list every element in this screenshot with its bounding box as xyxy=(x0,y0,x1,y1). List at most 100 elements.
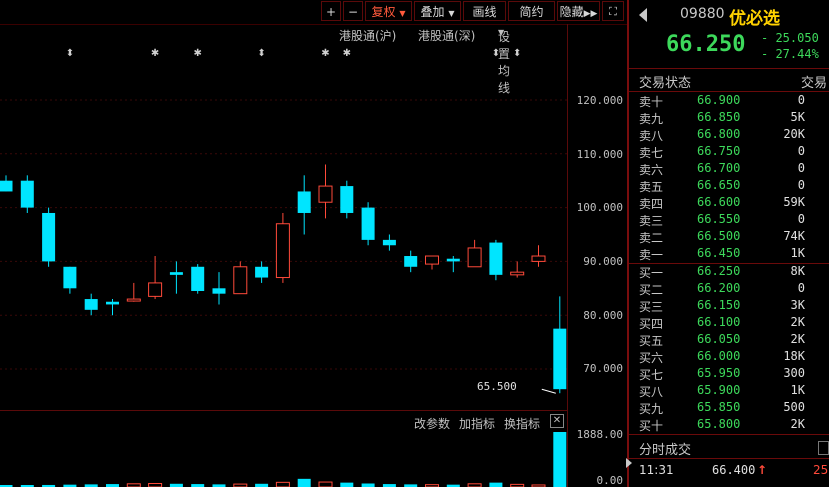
candle[interactable] xyxy=(510,261,525,278)
ask-price: 66.600 xyxy=(697,195,741,209)
ask-row[interactable]: 卖三 66.550 0 xyxy=(629,212,829,229)
candle[interactable] xyxy=(489,239,503,281)
event-marker[interactable]: ✱ xyxy=(151,48,159,59)
bid-row[interactable]: 买四 66.100 2K xyxy=(629,315,829,332)
hk-connect-sh-link[interactable]: 港股通(沪) xyxy=(339,27,396,44)
event-marker[interactable]: ⬍ xyxy=(513,48,521,59)
candle[interactable] xyxy=(63,266,77,294)
simple-mode-button[interactable]: 简约 xyxy=(508,1,555,21)
candle[interactable] xyxy=(106,299,119,316)
candle[interactable] xyxy=(361,202,375,246)
candle[interactable] xyxy=(340,180,354,219)
candle[interactable] xyxy=(382,234,396,251)
volume-bar[interactable] xyxy=(340,482,354,487)
event-marker[interactable]: ⬍ xyxy=(257,48,265,59)
candle[interactable] xyxy=(169,261,183,294)
bid-row[interactable]: 买九 65.850 500 xyxy=(629,400,829,417)
candle[interactable] xyxy=(84,293,98,316)
separator xyxy=(629,434,829,435)
bid-row[interactable]: 买六 66.000 18K xyxy=(629,349,829,366)
bid-volume: 2K xyxy=(790,315,805,329)
bid-row[interactable]: 买三 66.150 3K xyxy=(629,298,829,315)
candle[interactable] xyxy=(20,175,34,213)
bid-volume: 2K xyxy=(790,332,805,346)
candle[interactable] xyxy=(297,175,311,235)
event-marker[interactable]: ⬍ xyxy=(66,48,74,59)
event-marker[interactable]: ✱ xyxy=(194,48,202,59)
ask-volume: 0 xyxy=(797,178,805,192)
close-icon[interactable]: ✕ xyxy=(550,414,564,428)
ask-row[interactable]: 卖九 66.850 5K xyxy=(629,110,829,127)
candle[interactable] xyxy=(553,296,567,394)
event-marker[interactable]: ✱ xyxy=(343,48,351,59)
prev-stock-icon[interactable] xyxy=(639,8,647,22)
ask-level-label: 卖二 xyxy=(639,231,664,245)
event-marker[interactable]: ⬍ xyxy=(492,48,500,59)
diejia-dropdown[interactable]: 叠加 ▼ xyxy=(414,1,461,21)
candle[interactable] xyxy=(275,212,290,283)
ask-row[interactable]: 卖六 66.700 0 xyxy=(629,161,829,178)
bid-row[interactable]: 买十 65.800 2K xyxy=(629,417,829,434)
bid-price: 65.950 xyxy=(697,366,741,380)
candle[interactable] xyxy=(0,175,13,192)
bid-volume: 0 xyxy=(797,281,805,295)
volume-bar[interactable] xyxy=(489,482,503,487)
draw-line-button[interactable]: 画线 xyxy=(463,1,506,21)
bid-row[interactable]: 买五 66.050 2K xyxy=(629,332,829,349)
candle[interactable] xyxy=(255,261,269,283)
candle[interactable] xyxy=(531,245,546,267)
bid-row[interactable]: 买二 66.200 0 xyxy=(629,281,829,298)
ask-row[interactable]: 卖七 66.750 0 xyxy=(629,144,829,161)
volume-chart[interactable] xyxy=(0,432,567,487)
fuquan-dropdown[interactable]: 复权 ▼ xyxy=(365,1,412,21)
ask-row[interactable]: 卖五 66.650 0 xyxy=(629,178,829,195)
fuquan-label: 复权 xyxy=(371,5,396,19)
diejia-label: 叠加 xyxy=(420,5,445,19)
add-indicator-button[interactable]: 加指标 xyxy=(459,415,495,432)
ask-row[interactable]: 卖四 66.600 59K xyxy=(629,195,829,212)
candle[interactable] xyxy=(42,207,56,267)
candle[interactable] xyxy=(191,264,205,294)
price-change: - 25.050 xyxy=(761,31,819,45)
volume-bar[interactable] xyxy=(148,483,163,487)
bid-level-label: 买五 xyxy=(639,334,664,348)
candle[interactable] xyxy=(425,255,439,270)
bid-volume: 1K xyxy=(790,383,805,397)
edit-params-button[interactable]: 改参数 xyxy=(414,415,450,432)
candle[interactable] xyxy=(148,256,163,300)
bid-level-label: 买七 xyxy=(639,368,664,382)
candle[interactable] xyxy=(126,282,141,302)
ask-row[interactable]: 卖十 66.900 0 xyxy=(629,93,829,110)
hk-connect-sz-link[interactable]: 港股通(深) xyxy=(418,27,475,44)
candle[interactable] xyxy=(212,272,226,305)
zoom-in-button[interactable]: + xyxy=(321,1,341,21)
event-marker[interactable]: ✱ xyxy=(321,48,329,59)
ask-row[interactable]: 卖一 66.450 1K xyxy=(629,246,829,263)
candle[interactable] xyxy=(318,164,333,219)
candle[interactable] xyxy=(446,256,460,273)
price-tick: 120.000 xyxy=(576,94,623,107)
ask-row[interactable]: 卖八 66.800 20K xyxy=(629,127,829,144)
volume-bar[interactable] xyxy=(297,478,311,487)
ask-row[interactable]: 卖二 66.500 74K xyxy=(629,229,829,246)
bid-price: 66.050 xyxy=(697,332,741,346)
candle[interactable] xyxy=(467,239,482,268)
zoom-out-button[interactable]: − xyxy=(343,1,363,21)
ask-price: 66.700 xyxy=(697,161,741,175)
candle[interactable] xyxy=(404,250,418,273)
candlestick-chart[interactable]: ⬍ ✱ ✱ ⬍ ✱ ✱ ⬍ ⬍ xyxy=(0,44,567,410)
candle[interactable] xyxy=(233,261,248,295)
bid-row[interactable]: 买七 65.950 300 xyxy=(629,366,829,383)
volume-bar[interactable] xyxy=(275,481,290,487)
bid-row[interactable]: 买一 66.250 8K xyxy=(629,264,829,281)
change-indicator-button[interactable]: 换指标 xyxy=(504,415,540,432)
collapse-arrow-icon[interactable] xyxy=(626,458,632,468)
ask-level-label: 卖五 xyxy=(639,180,664,194)
bid-row[interactable]: 买八 65.900 1K xyxy=(629,383,829,400)
connect-bar: 港股通(沪) 港股通(深) 设置均线 ▼ xyxy=(0,26,627,95)
volume-bar[interactable] xyxy=(361,483,375,487)
bid-volume: 18K xyxy=(783,349,805,363)
volume-bar[interactable] xyxy=(553,432,567,487)
scroll-icon[interactable] xyxy=(818,441,829,455)
volume-bar[interactable] xyxy=(318,481,333,487)
